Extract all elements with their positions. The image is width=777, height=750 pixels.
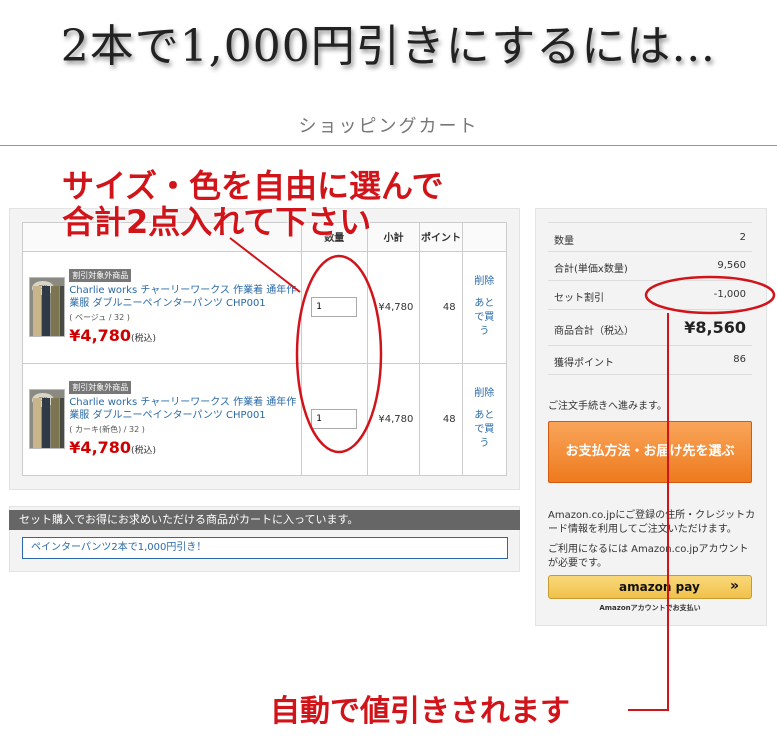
annotation-line: サイズ・色を自由に選んで [62,167,444,205]
annotation-overlay [229,237,776,711]
annotation-auto-discount: 自動で値引きされます [270,694,570,729]
annotation-circle-discount [644,275,776,315]
annotation-connector-line [628,313,669,711]
annotation-line: 合計2点入れて下さい [62,203,372,241]
annotation-circle-qty [295,254,383,454]
annotation-pointer-line [229,237,301,293]
annotation-instruction: サイズ・色を自由に選んで 合計2点入れて下さい [62,168,443,240]
